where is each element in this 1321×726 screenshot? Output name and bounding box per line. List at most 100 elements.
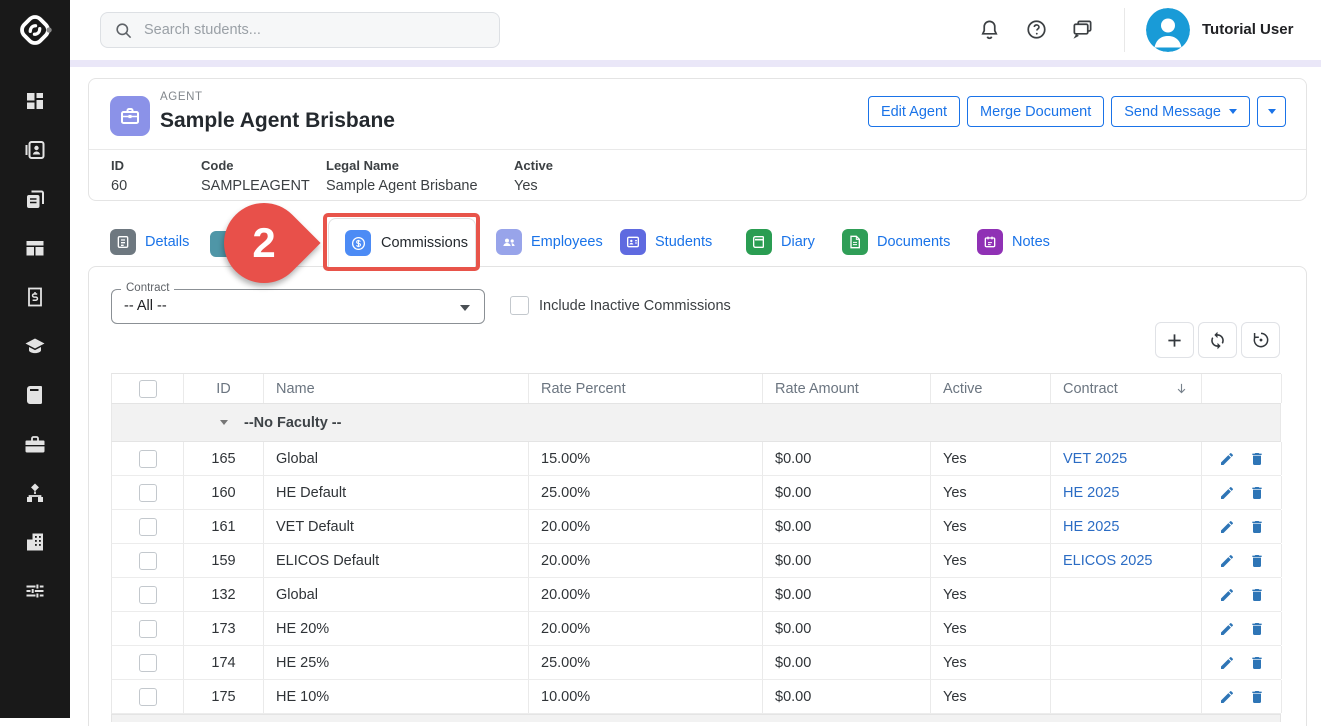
edit-agent-button[interactable]: Edit Agent: [868, 96, 960, 127]
table-row: 173 HE 20% 20.00% $0.00 Yes: [111, 612, 1281, 646]
collapse-caret-icon[interactable]: [220, 420, 228, 425]
tab-details[interactable]: Details: [110, 218, 189, 266]
contract-link[interactable]: HE 2025: [1063, 519, 1119, 535]
tab-employees[interactable]: Employees: [496, 218, 603, 266]
cell-id: 173: [184, 612, 264, 645]
tab-notes[interactable]: Notes: [977, 218, 1050, 266]
tab-diary[interactable]: Diary: [746, 218, 815, 266]
history-button[interactable]: [1241, 322, 1280, 358]
courses-icon: [23, 334, 47, 358]
table-row: 160 HE Default 25.00% $0.00 Yes HE 2025: [111, 476, 1281, 510]
sidebar-item-invoices[interactable]: [23, 285, 47, 309]
edit-button[interactable]: [1219, 451, 1235, 467]
avatar[interactable]: [1146, 8, 1190, 52]
notifications-bell-icon[interactable]: [978, 18, 1001, 41]
cell-id: 132: [184, 578, 264, 611]
send-message-button[interactable]: Send Message: [1111, 96, 1250, 127]
info-active: ActiveYes: [514, 158, 553, 194]
cell-rate-percent: 25.00%: [529, 646, 763, 679]
delete-button[interactable]: [1249, 689, 1265, 705]
cell-rate-amount: $0.00: [763, 476, 931, 509]
sidebar-item-settings[interactable]: [23, 579, 47, 603]
sidebar-item-campus[interactable]: [23, 530, 47, 554]
column-header-id[interactable]: ID: [184, 374, 264, 403]
tab-commissions[interactable]: Commissions: [328, 218, 476, 267]
delete-button[interactable]: [1249, 519, 1265, 535]
add-commission-button[interactable]: [1155, 322, 1194, 358]
contract-link[interactable]: VET 2025: [1063, 451, 1127, 467]
column-header-rate-percent[interactable]: Rate Percent: [529, 374, 763, 403]
delete-button[interactable]: [1249, 451, 1265, 467]
delete-button[interactable]: [1249, 553, 1265, 569]
delete-button[interactable]: [1249, 655, 1265, 671]
contract-link[interactable]: HE 2025: [1063, 485, 1119, 501]
row-checkbox[interactable]: [139, 450, 157, 468]
cell-name: HE Default: [264, 476, 529, 509]
chevron-down-icon: [460, 305, 470, 311]
column-header-name[interactable]: Name: [264, 374, 529, 403]
cell-rate-percent: 20.00%: [529, 544, 763, 577]
row-checkbox[interactable]: [139, 654, 157, 672]
cell-rate-percent: 20.00%: [529, 612, 763, 645]
delete-button[interactable]: [1249, 587, 1265, 603]
sidebar-item-applications[interactable]: [23, 187, 47, 211]
sidebar-item-students[interactable]: [23, 138, 47, 162]
row-checkbox[interactable]: [139, 688, 157, 706]
sidebar-item-subjects[interactable]: [23, 383, 47, 407]
info-legal-name: Legal NameSample Agent Brisbane: [326, 158, 478, 194]
include-inactive-label[interactable]: Include Inactive Commissions: [539, 298, 731, 314]
refresh-button[interactable]: [1198, 322, 1237, 358]
delete-button[interactable]: [1249, 621, 1265, 637]
search-input[interactable]: [144, 22, 486, 38]
timetable-icon: [23, 236, 47, 260]
edit-button[interactable]: [1219, 587, 1235, 603]
column-header-active[interactable]: Active: [931, 374, 1051, 403]
cell-id: 174: [184, 646, 264, 679]
details-icon: [110, 229, 136, 255]
sidebar-item-courses[interactable]: [23, 334, 47, 358]
sidebar-item-timetable[interactable]: [23, 236, 47, 260]
more-actions-button[interactable]: [1257, 96, 1286, 127]
column-header-contract[interactable]: Contract: [1051, 374, 1202, 403]
cell-name: HE 20%: [264, 612, 529, 645]
edit-button[interactable]: [1219, 485, 1235, 501]
edit-button[interactable]: [1219, 655, 1235, 671]
merge-document-button[interactable]: Merge Document: [967, 96, 1104, 127]
sidebar-item-dashboard[interactable]: [23, 89, 47, 113]
subjects-icon: [23, 383, 47, 407]
cell-active: Yes: [931, 442, 1051, 475]
sidebar-item-workflow[interactable]: [23, 481, 47, 505]
contract-select-label: Contract: [121, 282, 174, 294]
delete-button[interactable]: [1249, 485, 1265, 501]
cell-rate-amount: $0.00: [763, 646, 931, 679]
edit-button[interactable]: [1219, 519, 1235, 535]
tab-documents[interactable]: Documents: [842, 218, 950, 266]
column-header-rate-amount[interactable]: Rate Amount: [763, 374, 931, 403]
cell-active: Yes: [931, 544, 1051, 577]
edit-button[interactable]: [1219, 689, 1235, 705]
contract-link[interactable]: ELICOS 2025: [1063, 553, 1152, 569]
edit-button[interactable]: [1219, 553, 1235, 569]
cell-name: ELICOS Default: [264, 544, 529, 577]
help-icon[interactable]: [1025, 18, 1048, 41]
cell-id: 160: [184, 476, 264, 509]
edit-button[interactable]: [1219, 621, 1235, 637]
sidebar-item-agents[interactable]: [23, 432, 47, 456]
row-checkbox[interactable]: [139, 620, 157, 638]
row-checkbox[interactable]: [139, 552, 157, 570]
notes-icon: [977, 229, 1003, 255]
select-all-checkbox[interactable]: [139, 380, 157, 398]
row-checkbox[interactable]: [139, 484, 157, 502]
row-checkbox[interactable]: [139, 586, 157, 604]
include-inactive-checkbox[interactable]: [510, 296, 529, 315]
tab-students[interactable]: Students: [620, 218, 712, 266]
cell-name: Global: [264, 442, 529, 475]
row-checkbox[interactable]: [139, 518, 157, 536]
app-logo[interactable]: [0, 0, 70, 60]
cell-id: 161: [184, 510, 264, 543]
contract-select[interactable]: Contract -- All --: [111, 289, 485, 324]
chat-icon[interactable]: [1071, 18, 1094, 41]
campus-icon: [23, 530, 47, 554]
contract-select-value: -- All --: [124, 298, 167, 314]
user-name[interactable]: Tutorial User: [1202, 21, 1293, 38]
